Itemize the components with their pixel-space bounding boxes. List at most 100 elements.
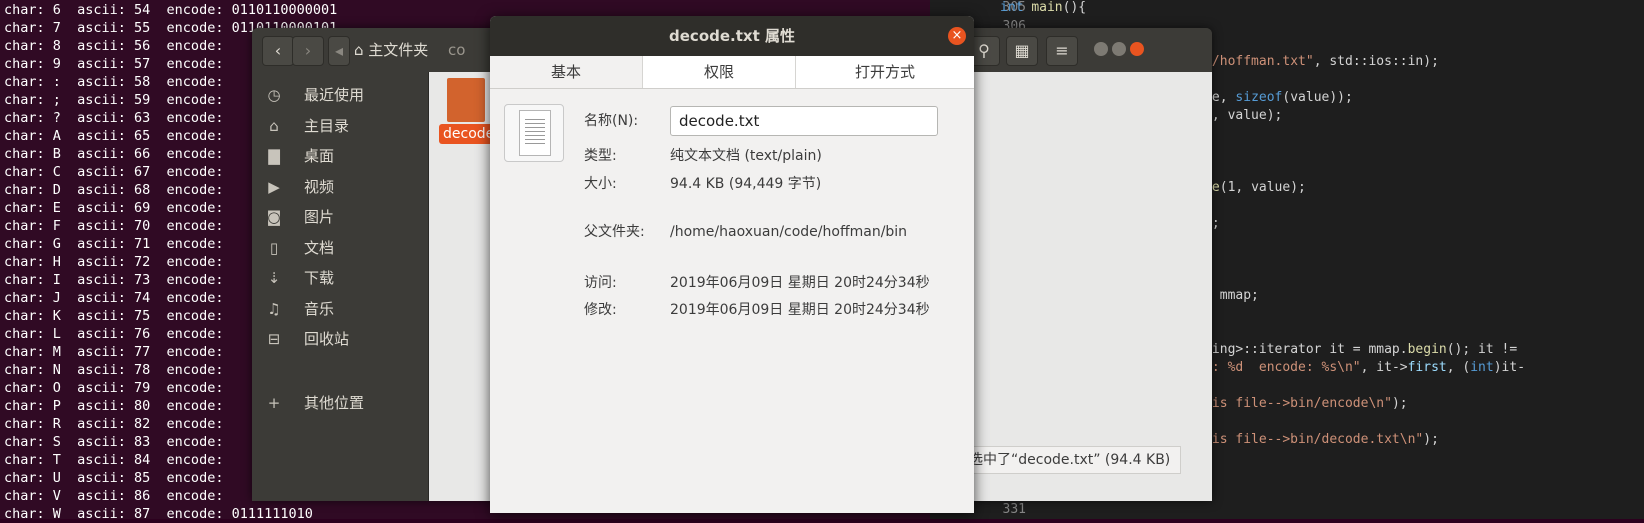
name-field[interactable] xyxy=(670,106,938,136)
minimize-button[interactable] xyxy=(1094,42,1108,56)
forward-button[interactable]: › xyxy=(292,36,324,66)
code-token: , std::ios::in); xyxy=(1313,54,1439,69)
sidebar-item-label: 图片 xyxy=(304,208,335,226)
parent-folder-value: /home/haoxuan/code/hoffman/bin xyxy=(670,224,908,240)
status-bar: 选中了“decode.txt” (94.4 KB) xyxy=(958,446,1182,474)
close-window-button[interactable] xyxy=(1130,42,1144,56)
sidebar-item[interactable]: ⇣ 下载 xyxy=(252,263,428,293)
terminal-line: char: W ascii: 87 encode: 0111111010 xyxy=(4,506,313,522)
sidebar-item-label: 音乐 xyxy=(304,299,335,318)
type-value: 纯文本文档 (text/plain) xyxy=(670,148,822,164)
sidebar-item[interactable]: ▯ 文档 xyxy=(252,233,428,263)
sidebar-item[interactable]: ◷ 最近使用 xyxy=(252,80,428,110)
code-token: sizeof xyxy=(1235,90,1283,105)
close-icon: × xyxy=(951,28,963,43)
sidebar-item-label: 桌面 xyxy=(304,147,335,165)
sidebar-item-label: 回收站 xyxy=(304,330,350,348)
terminal-line: char: M ascii: 77 encode: xyxy=(4,344,224,360)
code-token: begin xyxy=(1407,342,1447,357)
code-token: (1, value); xyxy=(1219,180,1306,195)
size-value: 94.4 KB (94,449 字节) xyxy=(670,176,822,192)
text-file-icon[interactable] xyxy=(447,78,485,122)
code-token: ); xyxy=(1423,432,1439,447)
sidebar-item[interactable]: ▶ 视频 xyxy=(252,172,428,202)
modified-value: 2019年06月09日 星期日 20时24分34秒 xyxy=(670,302,930,318)
folder-icon: ▇ xyxy=(268,147,280,165)
type-label: 类型: xyxy=(584,148,617,164)
terminal-line: char: N ascii: 78 encode: xyxy=(4,362,224,378)
sidebar-item[interactable]: ▇ 桌面 xyxy=(252,141,428,171)
code-token: (){ xyxy=(1062,0,1087,15)
tab-basic[interactable]: 基本 xyxy=(490,56,643,88)
terminal-line: char: 6 ascii: 54 encode: 0110110000001 xyxy=(4,2,338,18)
name-label: 名称(N): xyxy=(584,113,639,129)
modified-label: 修改: xyxy=(584,302,617,318)
parent-folder-label: 父文件夹: xyxy=(584,224,645,240)
text-document-icon[interactable] xyxy=(504,104,564,162)
dialog-tabs: 基本 权限 打开方式 xyxy=(490,56,974,89)
menu-button[interactable]: ≡ xyxy=(1046,36,1078,66)
back-button[interactable]: ‹ xyxy=(262,36,294,66)
terminal-line: char: U ascii: 85 encode: xyxy=(4,470,224,486)
grid-icon: ▦ xyxy=(1014,41,1030,60)
sidebar-item-label: 主目录 xyxy=(304,116,350,135)
terminal-line: char: K ascii: 75 encode: xyxy=(4,308,224,324)
trash-icon: ⊟ xyxy=(267,330,281,348)
dialog-title: decode.txt 属性 xyxy=(669,27,795,45)
terminal-line: char: R ascii: 82 encode: xyxy=(4,416,224,432)
accessed-value: 2019年06月09日 星期日 20时24分34秒 xyxy=(670,275,930,291)
chevron-right-icon: › xyxy=(304,41,312,60)
hamburger-icon: ≡ xyxy=(1055,41,1069,60)
sidebar-item[interactable]: ⌂ 主目录 xyxy=(252,111,428,141)
sidebar-item[interactable]: ♫ 音乐 xyxy=(252,294,428,324)
sidebar-item-label: 其他位置 xyxy=(304,394,365,412)
terminal-line: char: H ascii: 72 encode: xyxy=(4,254,224,270)
code-line: int main(){ xyxy=(1000,0,1086,17)
camera-icon: ◙ xyxy=(266,208,282,226)
code-token: int xyxy=(1470,360,1494,375)
home-icon: ⌂ xyxy=(354,41,369,59)
size-label: 大小: xyxy=(584,176,617,192)
code-token: , ( xyxy=(1446,360,1471,375)
chevron-left-icon: ‹ xyxy=(274,41,282,60)
code-token: int xyxy=(1000,0,1032,15)
tab-open-with[interactable]: 打开方式 xyxy=(796,56,974,88)
terminal-line: char: ? ascii: 63 encode: xyxy=(4,110,224,126)
code-token: ); xyxy=(1391,396,1408,411)
accessed-label: 访问: xyxy=(584,275,617,291)
terminal-line: char: C ascii: 67 encode: xyxy=(4,164,224,180)
download-icon: ⇣ xyxy=(267,269,281,287)
terminal-line: char: J ascii: 74 encode: xyxy=(4,290,224,306)
maximize-button[interactable] xyxy=(1112,42,1126,56)
triangle-left-icon: ◂ xyxy=(334,41,344,60)
search-icon: ⚲ xyxy=(978,41,990,60)
close-dialog-button[interactable]: × xyxy=(948,27,966,45)
terminal-line: char: G ascii: 71 encode: xyxy=(4,236,224,252)
sidebar-item[interactable]: + 其他位置 xyxy=(252,388,428,418)
code-token: main xyxy=(1031,0,1063,15)
terminal-line: char: L ascii: 76 encode: xyxy=(4,326,224,342)
view-toggle-button[interactable]: ▦ xyxy=(1006,36,1038,66)
code-token: (value)); xyxy=(1282,90,1353,105)
terminal-line: char: 8 ascii: 56 encode: xyxy=(4,38,224,54)
terminal-line: char: P ascii: 80 encode: xyxy=(4,398,224,414)
terminal-line: char: 9 ascii: 57 encode: xyxy=(4,56,224,72)
terminal-line: char: I ascii: 73 encode: xyxy=(4,272,224,288)
video-icon: ▶ xyxy=(268,177,280,196)
sidebar-item[interactable]: ⊟ 回收站 xyxy=(252,324,428,354)
plus-icon: + xyxy=(267,394,281,412)
path-scroll-left-button[interactable]: ◂ xyxy=(328,36,350,66)
terminal-line: char: E ascii: 69 encode: xyxy=(4,200,224,216)
music-icon: ♫ xyxy=(267,299,281,318)
code-token: )it- xyxy=(1493,360,1526,375)
breadcrumb-home-label: 主文件夹 xyxy=(368,41,429,59)
breadcrumb-home[interactable]: ⌂ 主文件夹 xyxy=(354,36,428,64)
sidebar-item-label: 最近使用 xyxy=(304,86,365,104)
tab-permissions[interactable]: 权限 xyxy=(643,56,796,88)
breadcrumb-code[interactable]: co xyxy=(448,36,465,64)
code-token: , it-> xyxy=(1360,360,1408,375)
properties-dialog[interactable]: decode.txt 属性 × 基本 权限 打开方式 名称(N): 类型: 纯文… xyxy=(490,16,974,513)
sidebar-item[interactable]: ◙ 图片 xyxy=(252,202,428,232)
home-icon: ⌂ xyxy=(269,116,279,135)
terminal-line: char: : ascii: 58 encode: xyxy=(4,74,224,90)
